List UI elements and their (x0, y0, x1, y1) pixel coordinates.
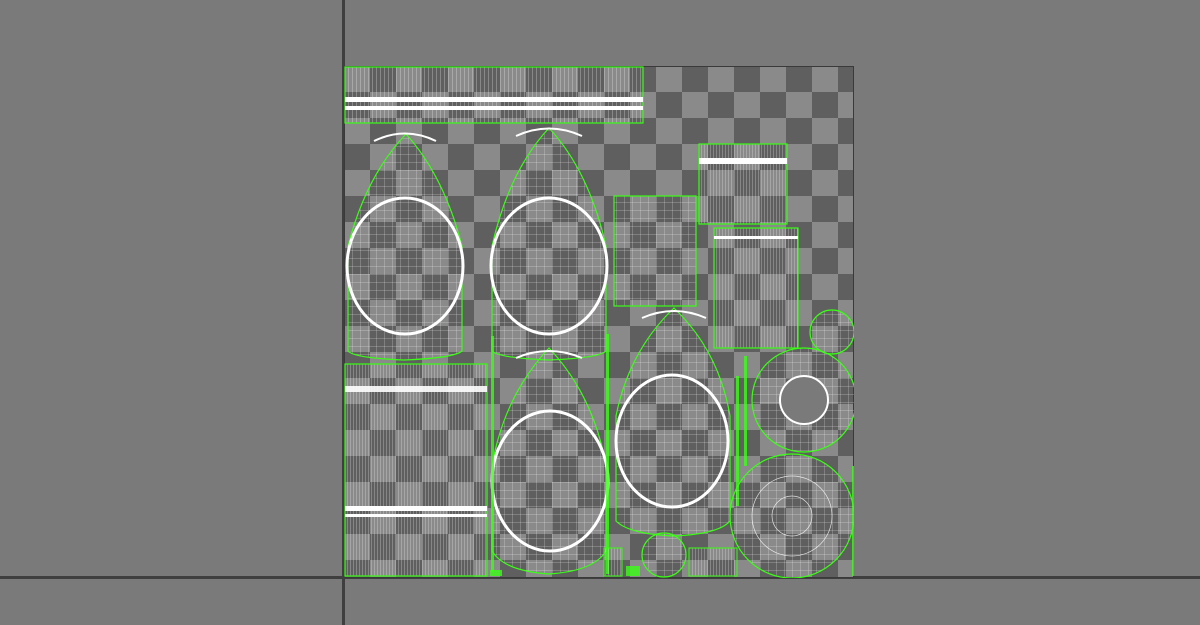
uv-shell-bottle-3[interactable] (490, 347, 610, 575)
uv-shell-disc-large[interactable] (729, 453, 854, 578)
uv-shell-disc-small[interactable] (809, 309, 854, 355)
uv-shell-rect-a[interactable] (344, 363, 488, 577)
uv-shell-rect-b[interactable] (613, 195, 697, 307)
uv-shell-strip-top[interactable] (344, 66, 644, 124)
uv-shell-bottle-1[interactable] (345, 132, 465, 361)
uv-tile-0-1 (344, 66, 854, 578)
uv-shell-disc-tiny[interactable] (641, 532, 687, 578)
uv-shell-rect-c[interactable] (698, 143, 788, 225)
uv-editor-viewport[interactable] (0, 0, 1200, 625)
uv-shell-bottle-2[interactable] (489, 127, 609, 361)
uv-shell-ring[interactable] (751, 347, 854, 453)
uv-shell-rect-d[interactable] (713, 227, 799, 349)
uv-wireframe-overlay (344, 66, 854, 578)
uv-shell-bottle-4[interactable] (614, 307, 731, 537)
